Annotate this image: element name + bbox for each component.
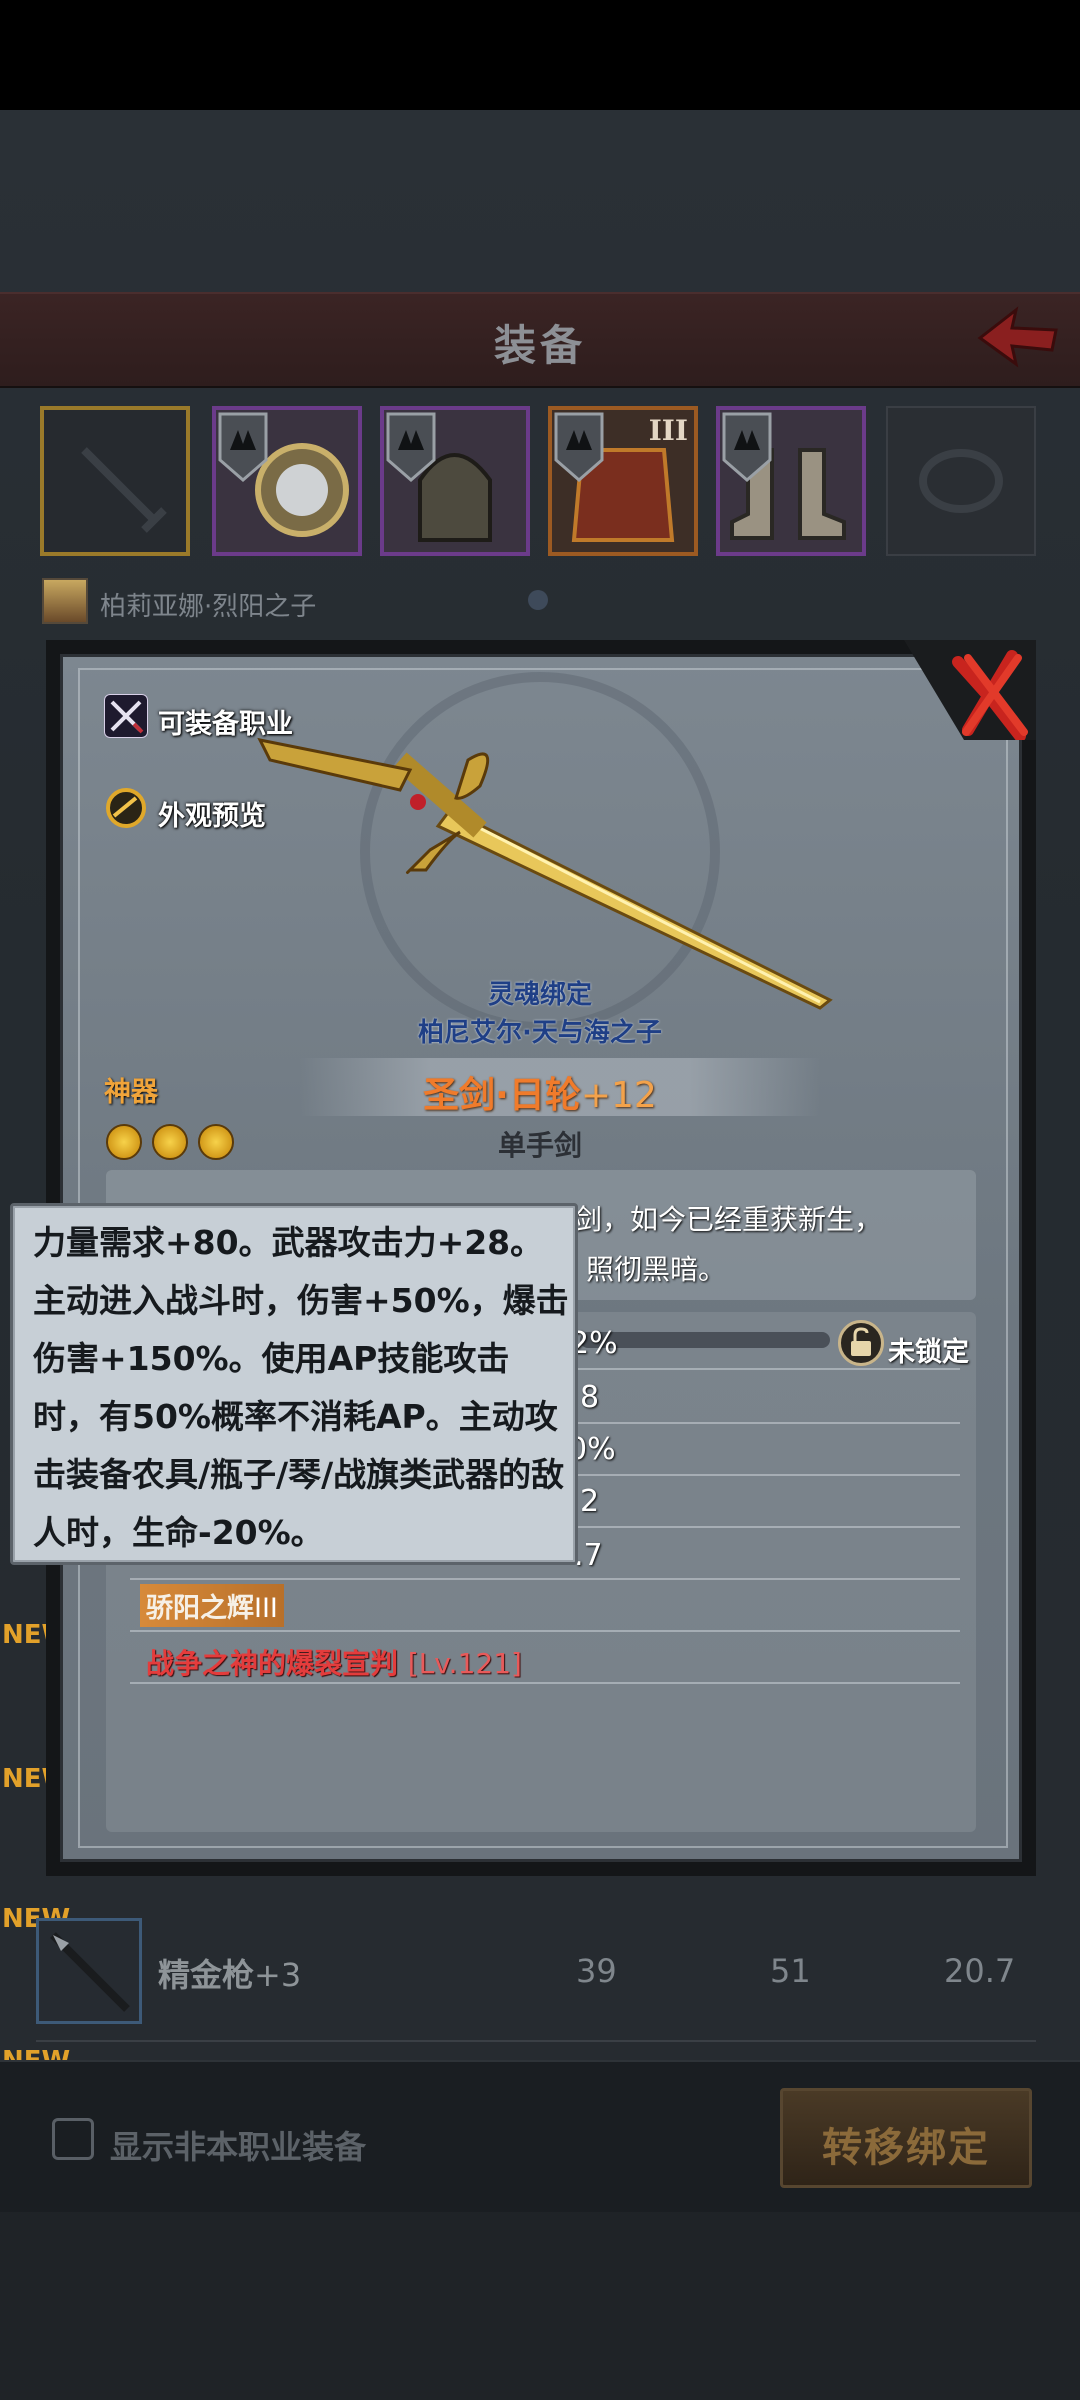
skill-line: 战争之神的爆裂宣判 [Lv.121] — [146, 1642, 522, 1682]
show-other-class-label[interactable]: 显示非本职业装备 — [110, 2122, 366, 2168]
effect-tooltip: 力量需求+80。武器攻击力+28。主动进入战斗时，伤害+50%，爆击伤害+150… — [10, 1203, 578, 1565]
transfer-bind-label: 转移绑定 — [822, 2125, 990, 2171]
hero-avatar — [42, 578, 88, 624]
stat-value: 8 — [580, 1380, 600, 1415]
enchant-name: 骄阳之辉 — [146, 1593, 254, 1624]
list-item-plus: +3 — [254, 1956, 302, 1994]
hero-name: 柏莉亚娜·烈阳之子 — [100, 592, 317, 622]
background-lower — [0, 2210, 1080, 2400]
back-button[interactable] — [972, 300, 1062, 374]
hero-selector[interactable]: 柏莉亚娜·烈阳之子 — [42, 578, 642, 626]
enchant-badge: 骄阳之辉III — [140, 1584, 284, 1627]
close-button[interactable] — [904, 640, 1036, 742]
lock-toggle[interactable] — [838, 1320, 884, 1366]
enchant-level: III — [254, 1593, 278, 1624]
list-item-stat: 39 — [576, 1952, 617, 1990]
padlock-open-icon — [851, 1327, 871, 1356]
ring-silhouette-icon — [919, 449, 1003, 513]
status-bar — [0, 0, 1080, 110]
tooltip-text: 力量需求+80。武器攻击力+28。主动进入战斗时，伤害+50%，爆击伤害+150… — [33, 1223, 569, 1552]
boots-icon — [722, 412, 846, 540]
empty-weapon-slot[interactable] — [40, 406, 190, 556]
armor-slot[interactable]: III — [548, 406, 698, 556]
item-name: 圣剑·日轮+12 — [0, 1066, 1080, 1118]
item-type: 单手剑 — [497, 1129, 582, 1162]
ring-slot[interactable] — [886, 406, 1036, 556]
stat-value: 2 — [580, 1484, 600, 1519]
amulet-slot[interactable] — [212, 406, 362, 556]
list-divider — [36, 2040, 1036, 2042]
lock-status-label: 未锁定 — [888, 1337, 969, 1368]
description-line: 照彻黑暗。 — [586, 1253, 727, 1286]
spear-icon — [50, 1932, 130, 2012]
page-title: 装备 — [493, 321, 586, 370]
bound-owner-name: 柏尼艾尔·天与海之子 — [418, 1018, 662, 1048]
page-indicator-dot — [528, 590, 548, 610]
close-icon — [904, 640, 1036, 742]
spear-thumbnail[interactable] — [36, 1918, 142, 2024]
skill-level: [Lv.121] — [407, 1647, 522, 1680]
item-name-text: 圣剑·日轮 — [423, 1075, 581, 1116]
description-line: 剑，如今已经重获新生， — [574, 1203, 883, 1236]
stat-value: .7 — [574, 1538, 603, 1573]
list-item-name[interactable]: 精金枪+3 — [158, 1950, 301, 1996]
sword-silhouette-icon — [81, 447, 167, 533]
helmet-slot[interactable] — [380, 406, 530, 556]
transfer-bind-button[interactable]: 转移绑定 — [780, 2088, 1032, 2188]
crossed-swords-icon — [104, 694, 148, 738]
list-item-stat: 20.7 — [944, 1952, 1016, 1990]
boots-slot[interactable] — [716, 406, 866, 556]
skill-name: 战争之神的爆裂宣判 — [146, 1647, 399, 1680]
item-plus-level: +12 — [580, 1075, 657, 1116]
helmet-icon — [386, 412, 492, 542]
slot-tier-label: III — [648, 414, 688, 447]
list-item-stat: 51 — [770, 1952, 811, 1990]
back-arrow-icon — [977, 306, 1058, 368]
list-item-name-text: 精金枪 — [158, 1956, 255, 1994]
soul-bound-label: 灵魂绑定 — [487, 980, 592, 1010]
amulet-icon — [218, 412, 349, 537]
show-other-class-checkbox[interactable] — [52, 2118, 94, 2160]
appearance-icon — [106, 788, 146, 828]
